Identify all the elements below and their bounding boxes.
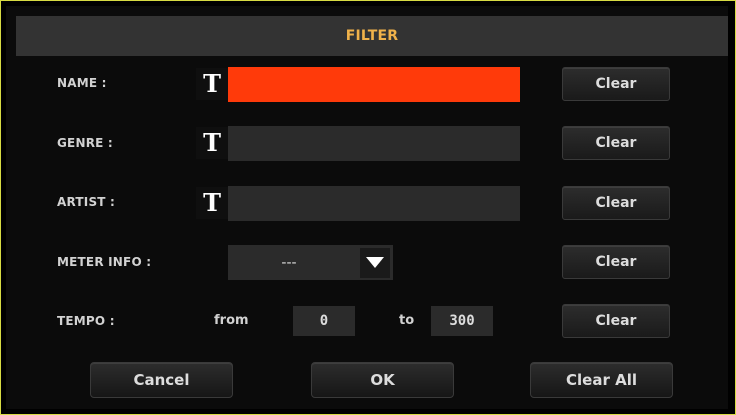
tempo-from-label: from bbox=[214, 313, 249, 328]
tempo-to-label: to bbox=[399, 313, 415, 328]
artist-clear-button[interactable]: Clear bbox=[562, 186, 670, 220]
genre-clear-button[interactable]: Clear bbox=[562, 126, 670, 160]
name-label: NAME : bbox=[57, 76, 107, 90]
tempo-from-input[interactable]: 0 bbox=[293, 306, 355, 336]
meter-info-value: --- bbox=[281, 254, 297, 271]
genre-text-edit-icon[interactable]: T bbox=[196, 127, 228, 159]
dialog-title: FILTER bbox=[345, 28, 399, 44]
cancel-button[interactable]: Cancel bbox=[90, 362, 233, 398]
ok-button[interactable]: OK bbox=[311, 362, 454, 398]
artist-text-edit-icon[interactable]: T bbox=[196, 187, 228, 219]
tempo-to-input[interactable]: 300 bbox=[431, 306, 493, 336]
name-field[interactable] bbox=[228, 67, 520, 102]
dialog-title-bar: FILTER bbox=[16, 16, 728, 56]
artist-label: ARTIST : bbox=[57, 195, 116, 209]
name-clear-button[interactable]: Clear bbox=[562, 67, 670, 101]
tempo-clear-button[interactable]: Clear bbox=[562, 304, 670, 338]
artist-field[interactable] bbox=[228, 186, 520, 221]
meter-info-clear-button[interactable]: Clear bbox=[562, 245, 670, 279]
meter-info-select[interactable]: --- bbox=[228, 245, 393, 280]
clear-all-button[interactable]: Clear All bbox=[530, 362, 673, 398]
genre-field[interactable] bbox=[228, 126, 520, 161]
meter-info-label: METER INFO : bbox=[57, 255, 152, 269]
name-text-edit-icon[interactable]: T bbox=[196, 68, 228, 100]
tempo-label: TEMPO : bbox=[57, 314, 115, 328]
dropdown-arrow-icon[interactable] bbox=[360, 247, 390, 278]
genre-label: GENRE : bbox=[57, 136, 113, 150]
